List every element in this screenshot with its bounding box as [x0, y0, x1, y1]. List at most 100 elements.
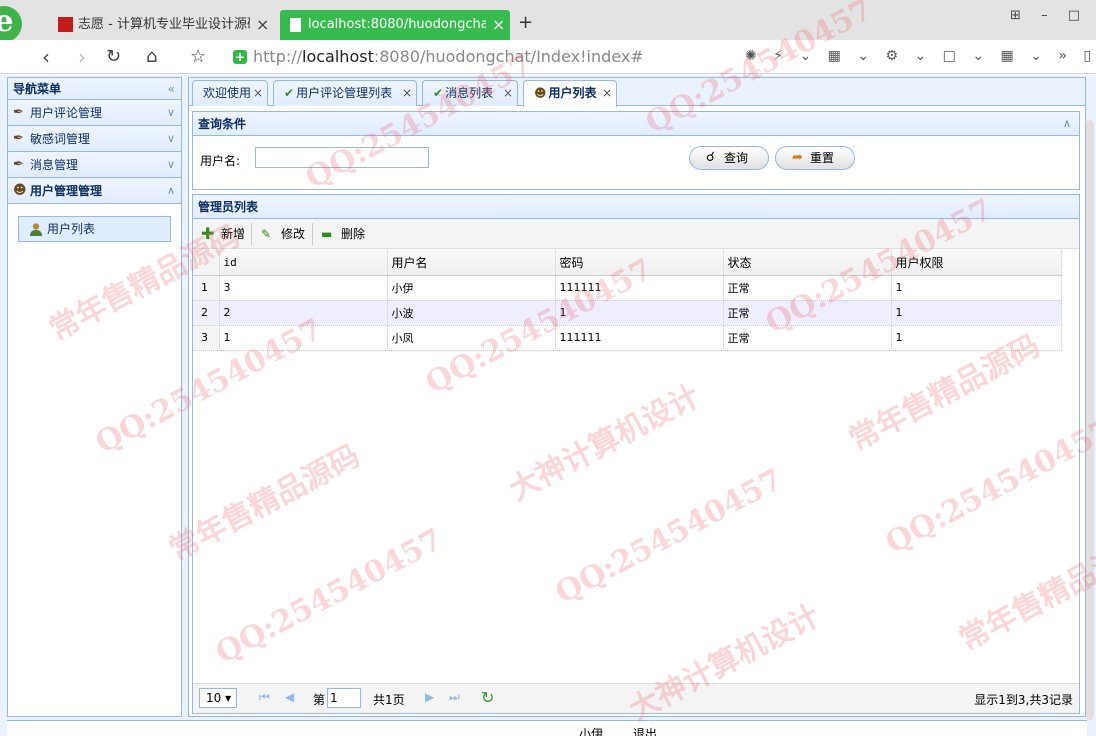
delete-button[interactable]: ▬ 删除 [319, 223, 365, 245]
total-pages: 共1页 [373, 693, 405, 707]
column-header-username[interactable]: 用户名 [387, 250, 556, 276]
browser-tab-2[interactable]: localhost:8080/huodongchat/ × [280, 10, 510, 40]
row-number-header [193, 250, 220, 276]
search-button-label: 查询 [724, 151, 749, 165]
collapse-left-icon[interactable]: « [168, 78, 175, 100]
expand-icon[interactable]: ∨ [167, 100, 175, 126]
expand-icon[interactable]: ∨ [167, 126, 175, 152]
close-icon[interactable]: × [503, 81, 513, 105]
users-icon: ☻ [13, 183, 27, 198]
table-row[interactable]: 2 2 小波 1 正常 1 [193, 300, 1062, 326]
username-input[interactable] [255, 147, 429, 168]
toolbar-divider [251, 223, 252, 245]
column-header-permission[interactable]: 用户权限 [891, 250, 1062, 276]
user-icon [30, 223, 42, 236]
browser-tab-title: localhost:8080/huodongchat/ [308, 17, 486, 32]
nav-section-comments[interactable]: ✒ 用户评论管理 ∨ [8, 100, 181, 126]
nav-item-user-list[interactable]: 用户列表 [18, 216, 171, 242]
collapse-icon[interactable]: ∧ [167, 178, 175, 204]
nav-section-users[interactable]: ☻ 用户管理管理 ∧ [8, 178, 181, 204]
reload-icon[interactable]: ↻ [106, 44, 121, 70]
home-icon[interactable]: ⌂ [146, 44, 157, 70]
column-header-id[interactable]: id [219, 250, 388, 276]
page-size-select[interactable]: 10 ▾ [199, 688, 237, 708]
refresh-icon[interactable]: ↻ [481, 688, 494, 707]
tab-user-list[interactable]: ☻ 用户列表 × [523, 80, 617, 107]
nav-section-label: 消息管理 [30, 158, 79, 172]
column-header-password[interactable]: 密码 [555, 250, 724, 276]
left-nav-panel: 导航菜单 « ✒ 用户评论管理 ∨ ✒ 敏感词管理 ∨ ✒ 消息管理 ∨ ☻ 用… [7, 77, 182, 717]
cell-password: 111111 [555, 275, 724, 301]
forward-icon[interactable]: › [78, 44, 86, 70]
pagination-bar: 10 ▾ ⏮ ◀ 第 1 共1页 ▶ ⏭ ↻ 显示1到3,共3记录 [193, 683, 1079, 713]
reset-icon: ➦ [792, 150, 803, 165]
tab-comment-list[interactable]: ✔ 用户评论管理列表 × [273, 80, 417, 106]
footer-bar: 小伊 退出 [7, 720, 1087, 736]
cell-password: 1 [555, 300, 724, 326]
add-button[interactable]: ✚ 新增 [199, 223, 245, 245]
next-page-icon[interactable]: ▶ [425, 690, 434, 704]
window-controls[interactable]: ⊞ – □ [1010, 8, 1088, 23]
secure-icon: + [233, 50, 247, 64]
address-bar[interactable]: + http://localhost:8080/huodongchat/Inde… [225, 44, 735, 70]
last-page-icon[interactable]: ⏭ [449, 690, 460, 705]
prev-page-icon[interactable]: ◀ [285, 690, 294, 704]
reset-button[interactable]: ➦ 重置 [775, 146, 855, 170]
grid-panel-header: 管理员列表 [193, 195, 1079, 219]
tab-bar: 欢迎使用 × ✔ 用户评论管理列表 × ✔ 消息列表 × ☻ 用户列表 × [189, 78, 1085, 107]
toolbar-divider [312, 223, 313, 245]
nav-section-sensitive-words[interactable]: ✒ 敏感词管理 ∨ [8, 126, 181, 152]
nav-section-messages[interactable]: ✒ 消息管理 ∨ [8, 152, 181, 178]
bookmark-star-icon[interactable]: ☆ [190, 44, 206, 70]
pager-info: 显示1到3,共3记录 [974, 693, 1073, 707]
cell-password: 111111 [555, 325, 724, 351]
minus-icon: ▬ [321, 227, 333, 241]
browser-tab-strip: e 志愿 - 计算机专业毕业设计源码 × localhost:8080/huod… [0, 0, 1096, 42]
close-icon[interactable]: × [253, 81, 263, 105]
close-icon[interactable]: × [492, 10, 505, 40]
first-page-icon[interactable]: ⏮ [259, 690, 270, 705]
app-area: 导航菜单 « ✒ 用户评论管理 ∨ ✒ 敏感词管理 ∨ ✒ 消息管理 ∨ ☻ 用… [0, 75, 1096, 736]
browser-tab-1[interactable]: 志愿 - 计算机专业毕业设计源码 × [50, 10, 275, 40]
current-user: 小伊 [579, 727, 604, 736]
expand-icon[interactable]: ∨ [167, 152, 175, 178]
back-icon[interactable]: ‹ [42, 44, 50, 70]
cell-id: 2 [219, 300, 388, 326]
table-row[interactable]: 1 3 小伊 111111 正常 1 [193, 275, 1062, 301]
page-size-value: 10 [206, 691, 222, 705]
tab-welcome[interactable]: 欢迎使用 × [192, 80, 268, 106]
collapse-up-icon[interactable]: ∧ [1063, 112, 1071, 136]
row-number: 2 [193, 300, 220, 326]
column-header-status[interactable]: 状态 [723, 250, 892, 276]
page-number-value: 1 [330, 691, 338, 705]
search-icon: ☌ [706, 150, 715, 165]
grid-toolbar: ✚ 新增 ✎ 修改 ▬ 删除 [193, 219, 1079, 249]
nav-section-label: 敏感词管理 [30, 132, 91, 146]
cell-status: 正常 [723, 325, 892, 351]
tab-label: 用户评论管理列表 [296, 86, 393, 100]
table-row[interactable]: 3 1 小凤 111111 正常 1 [193, 325, 1062, 351]
tab-message-list[interactable]: ✔ 消息列表 × [422, 80, 518, 106]
cell-username: 小凤 [387, 325, 556, 351]
search-button[interactable]: ☌ 查询 [689, 146, 769, 170]
tab-label: 用户列表 [548, 86, 597, 100]
page-number-input[interactable]: 1 [327, 688, 361, 708]
extension-icons[interactable]: ✺ ⚡ ⌄ ▦ ⌄ ⚙ ⌄ □ ⌄ ▦ ⌄ » ▯ ↶ [745, 48, 1096, 64]
page-scrollbar[interactable] [1086, 120, 1094, 720]
browser-logo-icon: e [0, 6, 22, 42]
edit-button[interactable]: ✎ 修改 [259, 223, 305, 245]
new-tab-button[interactable]: + [518, 12, 533, 33]
nav-title: 导航菜单 [13, 82, 62, 96]
close-icon[interactable]: × [402, 81, 412, 105]
logout-link[interactable]: 退出 [633, 725, 657, 736]
pencil-icon: ✎ [261, 227, 272, 241]
delete-button-label: 删除 [341, 227, 366, 241]
table-header-row: id 用户名 密码 状态 用户权限 [193, 250, 1062, 276]
cell-status: 正常 [723, 275, 892, 301]
close-icon[interactable]: × [256, 10, 269, 40]
close-icon[interactable]: × [602, 81, 612, 105]
cell-id: 3 [219, 275, 388, 301]
page-label: 第 [313, 693, 326, 707]
main-panel: 欢迎使用 × ✔ 用户评论管理列表 × ✔ 消息列表 × ☻ 用户列表 × 查询条件 … [188, 77, 1086, 717]
cell-permission: 1 [891, 300, 1062, 326]
